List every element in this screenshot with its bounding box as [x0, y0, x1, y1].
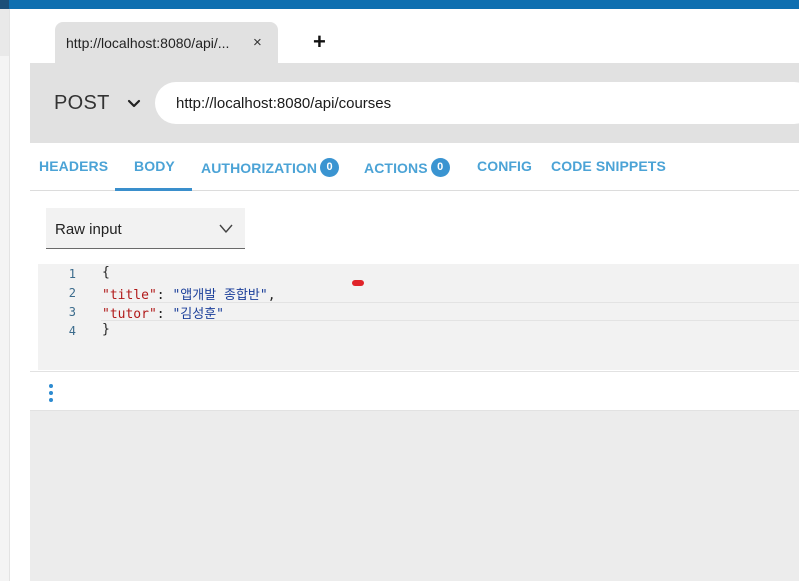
new-tab-plus-icon[interactable]: +	[313, 30, 326, 54]
code-line-1: {	[102, 265, 110, 280]
url-text: http://localhost:8080/api/courses	[176, 94, 392, 112]
annotation-mark	[352, 280, 364, 286]
tab-authorization[interactable]: AUTHORIZATION 0	[201, 158, 340, 177]
body-mode-label: Raw input	[55, 221, 122, 238]
tab-config[interactable]: CONFIG	[477, 158, 532, 174]
response-area	[30, 411, 799, 581]
tab-config-label: CONFIG	[477, 158, 533, 174]
tab-actions[interactable]: ACTIONS 0	[364, 158, 450, 177]
window-top-bar-corner	[0, 0, 9, 9]
request-tab-title: http://localhost:8080/api/...	[66, 35, 230, 51]
line-number: 4	[68, 324, 76, 338]
active-tab-indicator	[115, 188, 192, 191]
code-line-3: "tutor": "김성훈"	[102, 303, 224, 322]
tab-headers[interactable]: HEADERS	[39, 158, 108, 174]
json-string: "김성훈"	[172, 307, 224, 322]
line-number: 3	[68, 305, 76, 319]
method-select[interactable]: POST	[54, 92, 110, 115]
body-mode-dropdown[interactable]: Raw input	[46, 208, 245, 249]
left-sidebar-strip	[0, 9, 10, 581]
code-line-4: }	[102, 322, 110, 337]
tab-code-snippets[interactable]: CODE SNIPPETS	[551, 158, 666, 174]
tab-body-label: BODY	[134, 158, 175, 174]
actions-count-badge: 0	[430, 158, 450, 177]
window-top-bar	[0, 0, 799, 9]
request-tab[interactable]: http://localhost:8080/api/...	[55, 22, 278, 64]
url-field[interactable]: http://localhost:8080/api/courses	[155, 82, 799, 124]
json-colon: :	[156, 307, 173, 322]
authorization-count-badge: 0	[320, 158, 340, 177]
json-key: "title"	[102, 288, 157, 303]
line-number: 1	[68, 267, 76, 281]
json-string: "앱개발 종합반"	[172, 288, 268, 303]
tab-authorization-label: AUTHORIZATION	[201, 159, 318, 176]
json-key: "tutor"	[102, 307, 157, 322]
code-line-2: "title": "앱개발 종합반",	[102, 284, 276, 303]
json-comma: ,	[267, 288, 276, 303]
tab-code-snippets-label: CODE SNIPPETS	[551, 158, 666, 174]
chevron-down-icon[interactable]	[126, 96, 142, 112]
left-sidebar-strip-top	[0, 9, 9, 56]
editor-toolbar-row	[30, 371, 799, 411]
close-icon[interactable]: ×	[253, 33, 262, 53]
tab-body[interactable]: BODY	[134, 158, 175, 174]
line-number: 2	[68, 286, 76, 300]
more-vertical-icon[interactable]	[47, 383, 55, 403]
tab-actions-label: ACTIONS	[364, 159, 428, 176]
chevron-down-icon	[219, 224, 233, 233]
tab-headers-label: HEADERS	[39, 158, 109, 174]
json-colon: :	[156, 288, 173, 303]
